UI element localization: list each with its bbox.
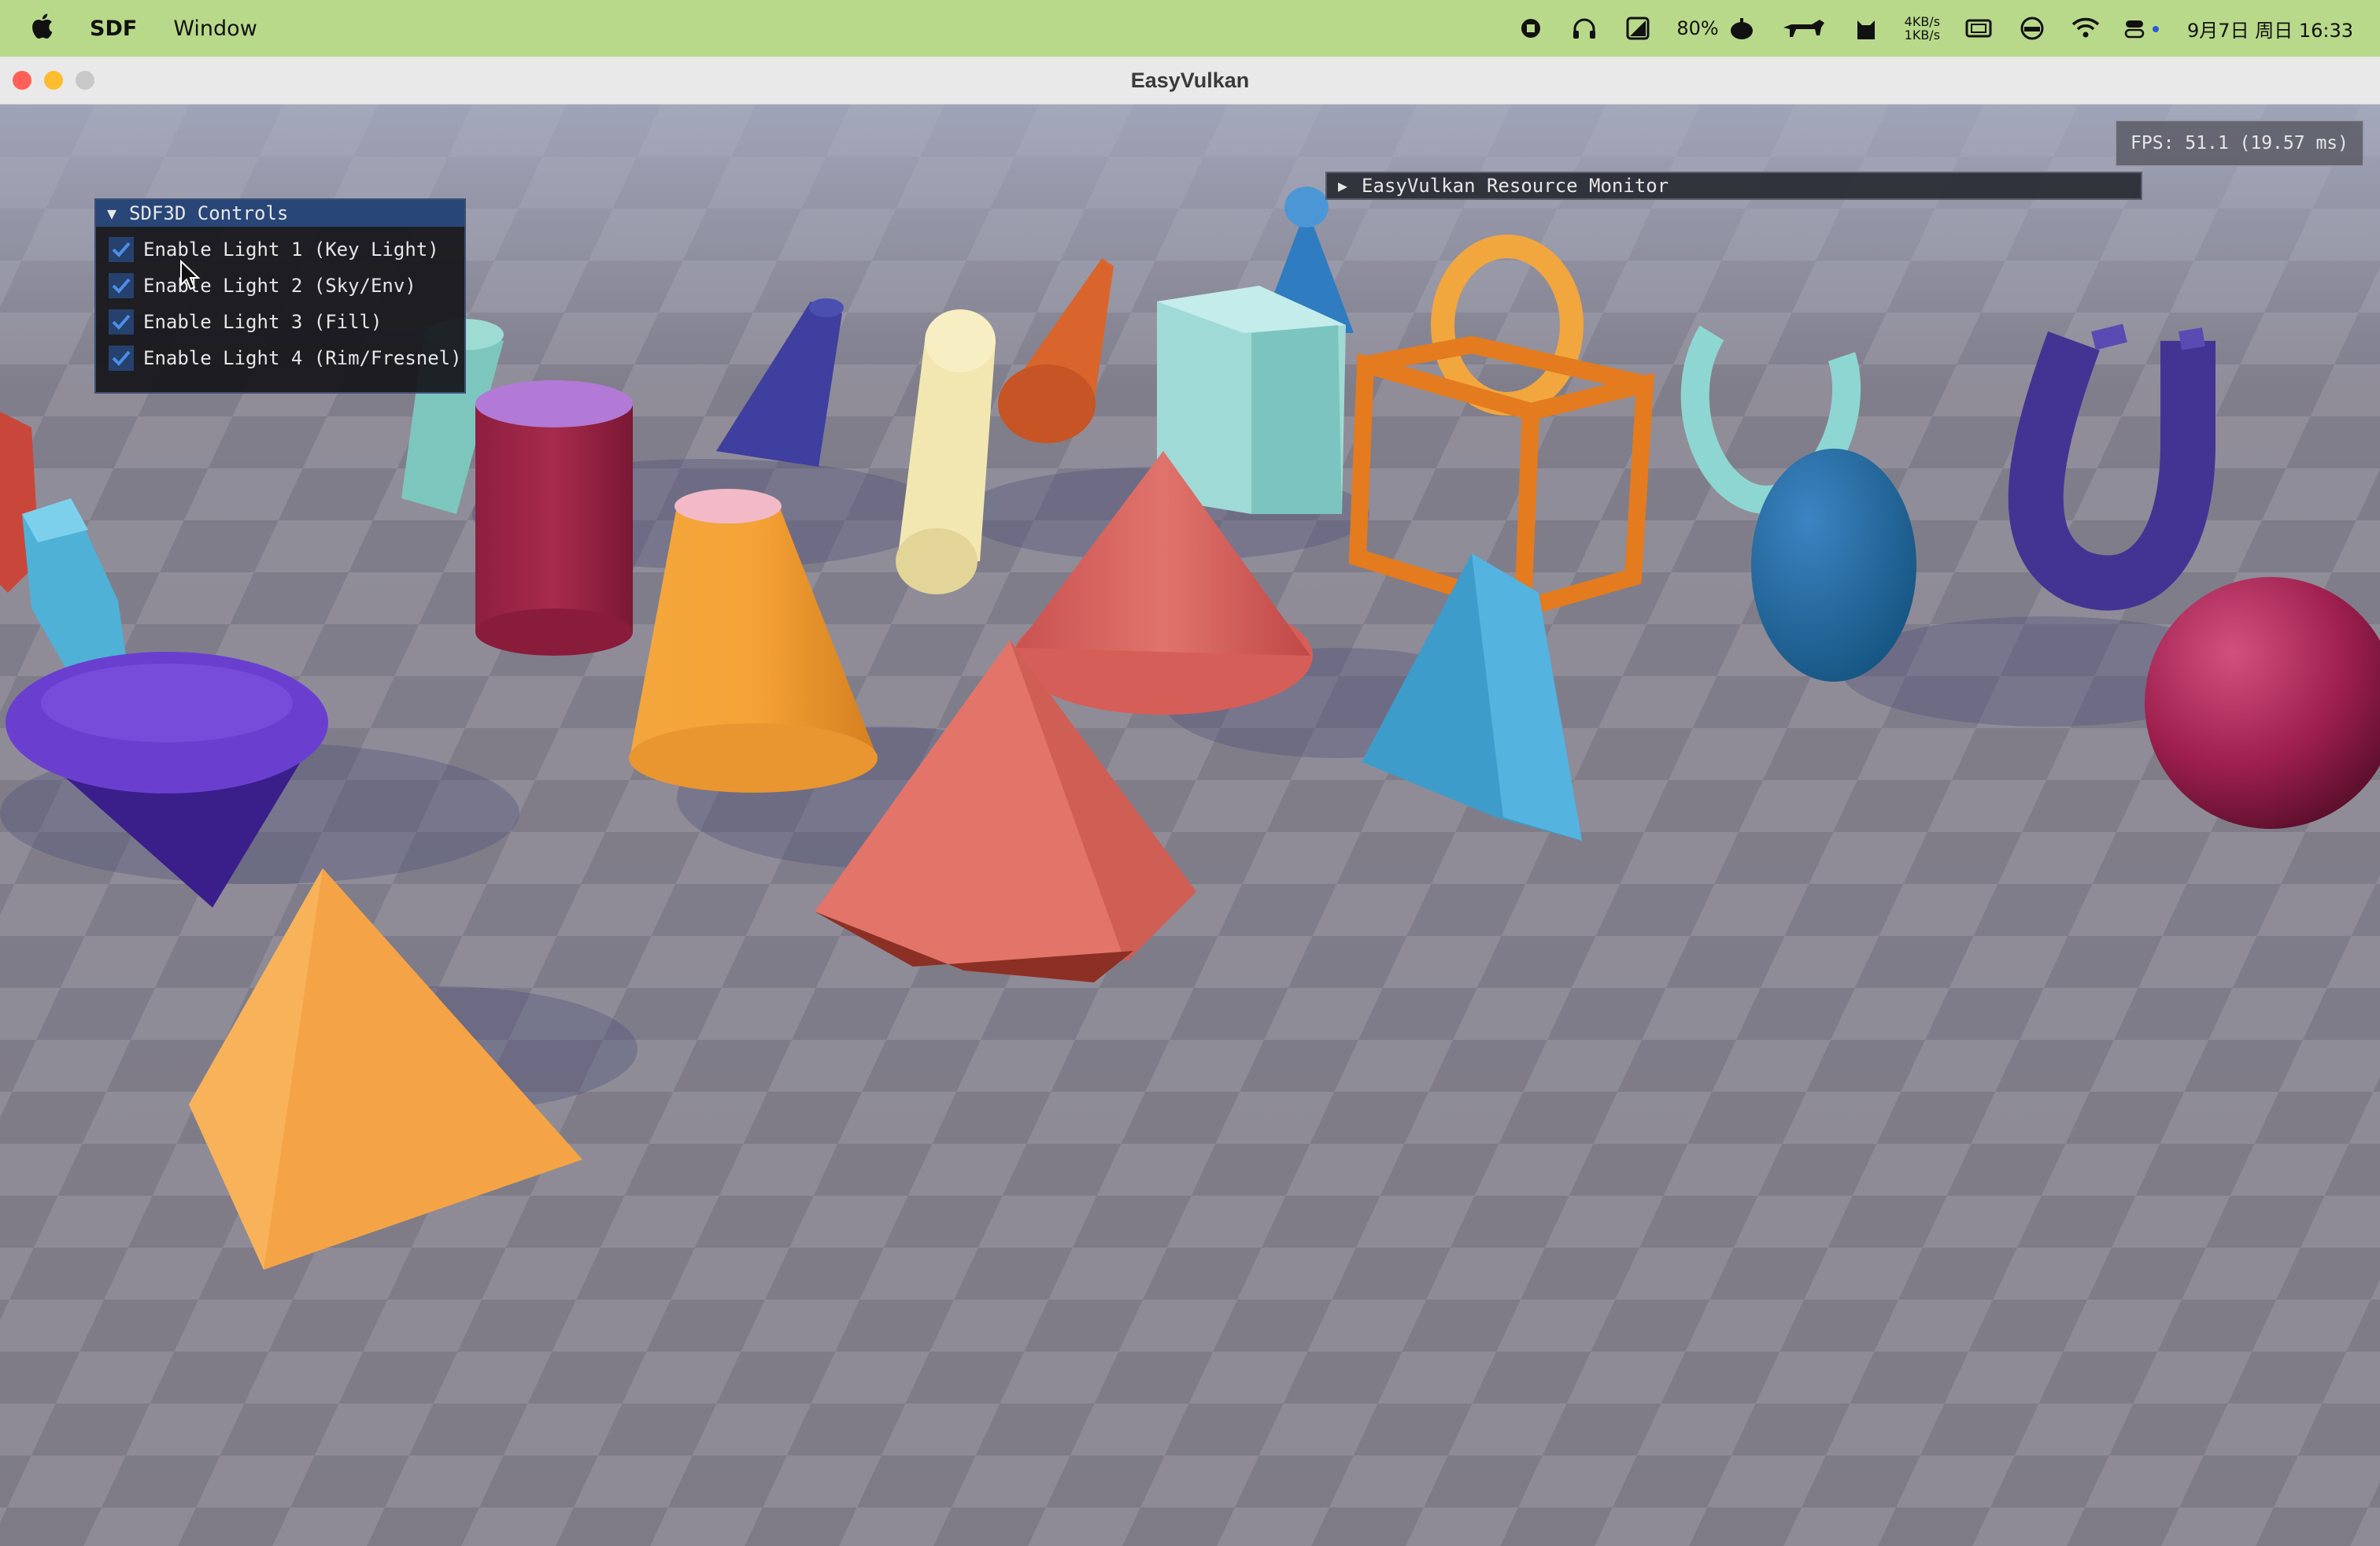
checkbox-light-1[interactable] [109,237,134,262]
light-4-label: Enable Light 4 (Rim/Fresnel) [143,347,462,369]
checkbox-light-2[interactable] [109,273,134,298]
light-1-label: Enable Light 1 (Key Light) [143,239,439,261]
battery-icon[interactable] [1727,13,1757,43]
checkmark-icon [112,314,131,330]
light-1-toggle[interactable]: Enable Light 1 (Key Light) [96,231,464,268]
resource-monitor-panel[interactable]: ▶ EasyVulkan Resource Monitor [1325,172,2142,200]
resource-monitor-title[interactable]: EasyVulkan Resource Monitor [1362,175,1669,197]
record-icon[interactable] [1516,13,1546,43]
window-title: EasyVulkan [1130,68,1250,92]
expand-triangle-icon[interactable]: ▶ [1338,176,1347,195]
menu-bar: SDF Window 80% 4KB/s 1KB/s 9月7日 周日 16:33 [0,0,2380,57]
activity-icon[interactable] [1623,13,1653,43]
light-3-label: Enable Light 3 (Fill) [143,311,382,333]
collapse-triangle-icon[interactable]: ▼ [107,204,116,223]
sdf3d-controls-panel[interactable]: ▼ SDF3D Controls Enable Light 1 (Key Lig… [94,198,466,394]
wifi-icon[interactable] [2071,13,2101,43]
dog-icon[interactable] [1780,13,1828,43]
cat-icon[interactable] [1851,13,1881,43]
vpn-icon[interactable] [2017,13,2047,43]
clock[interactable]: 9月7日 周日 16:33 [2187,15,2353,43]
screen-mirror-icon[interactable] [1964,13,1994,43]
controls-header[interactable]: ▼ SDF3D Controls [96,200,464,227]
checkbox-light-3[interactable] [109,309,134,335]
network-speed: 4KB/s 1KB/s [1904,14,1941,43]
fps-overlay: FPS: 51.1 (19.57 ms) [2115,120,2364,167]
controls-title: SDF3D Controls [129,202,289,224]
checkmark-icon [112,278,131,294]
battery-percent: 80% [1676,17,1719,39]
mouse-cursor-icon [180,260,201,290]
app-menu[interactable]: SDF [90,17,137,41]
control-center-icon[interactable] [2124,13,2164,43]
light-4-toggle[interactable]: Enable Light 4 (Rim/Fresnel) [96,340,464,376]
checkmark-icon [112,350,131,366]
checkmark-icon [112,242,131,257]
light-2-toggle[interactable]: Enable Light 2 (Sky/Env) [96,268,464,304]
window-menu[interactable]: Window [173,17,257,41]
apple-icon[interactable] [30,13,54,45]
headphones-icon[interactable] [1569,13,1599,43]
checkbox-light-4[interactable] [109,346,134,371]
light-3-toggle[interactable]: Enable Light 3 (Fill) [96,304,464,340]
